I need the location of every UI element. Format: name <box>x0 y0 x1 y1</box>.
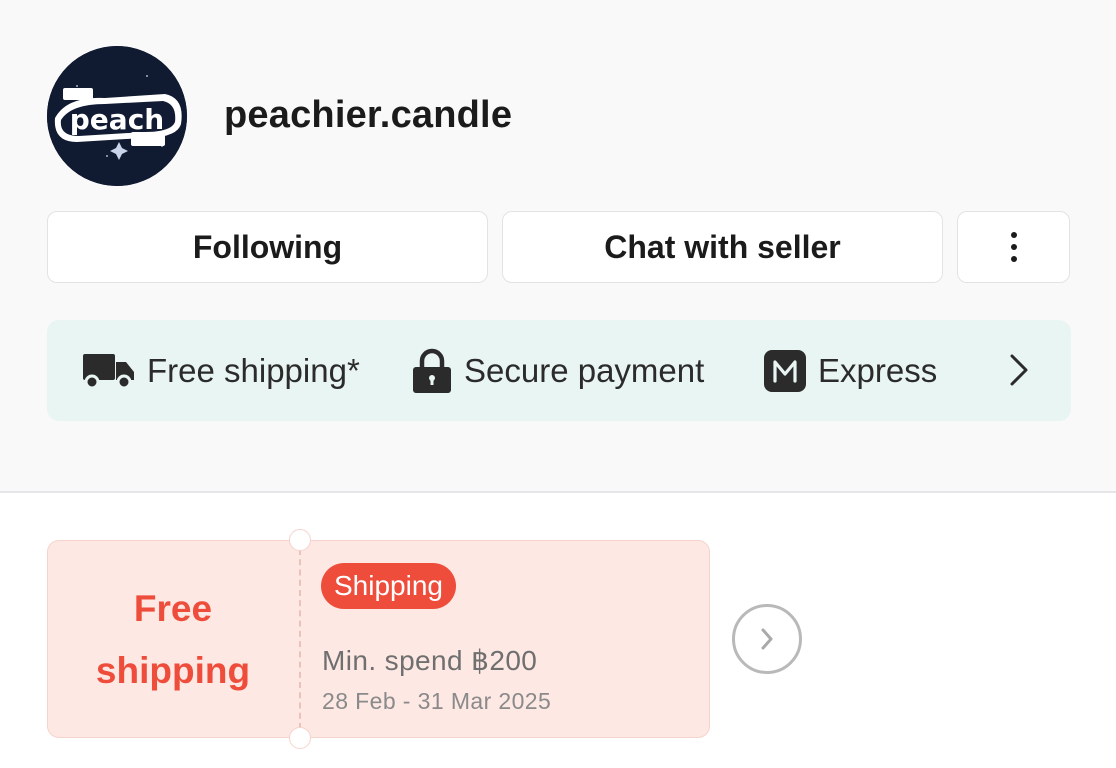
voucher-validity: 28 Feb - 31 Mar 2025 <box>322 688 552 714</box>
perk-secure-payment-label: Secure payment <box>464 351 705 389</box>
voucher-title-line2: shipping <box>95 650 251 691</box>
voucher-notch-top <box>289 529 311 551</box>
logo-text: peach <box>70 103 164 136</box>
shop-perks-banner[interactable]: Free shipping* Secure payment Express <box>47 320 1071 421</box>
truck-icon <box>83 352 135 390</box>
more-vertical-icon <box>1010 232 1017 262</box>
voucher-type-badge: Shipping <box>321 563 456 609</box>
perk-free-shipping-label: Free shipping* <box>147 351 360 389</box>
free-shipping-voucher[interactable]: Free shipping Shipping Min. spend ฿200 2… <box>47 529 710 749</box>
voucher-perforation <box>299 549 301 729</box>
express-icon <box>764 349 806 392</box>
shop-header: peach peachier.candle Following Chat wit… <box>0 0 1116 492</box>
shop-avatar[interactable]: peach <box>47 46 187 186</box>
voucher-title-line1: Free <box>133 588 213 629</box>
following-button[interactable]: Following <box>47 211 488 283</box>
perk-express: Express <box>764 320 937 421</box>
perk-free-shipping: Free shipping* <box>83 320 360 421</box>
shop-page: peach peachier.candle Following Chat wit… <box>0 0 1116 768</box>
voucher-min-spend: Min. spend ฿200 <box>322 645 538 676</box>
voucher-more-button[interactable] <box>732 604 802 674</box>
shop-name[interactable]: peachier.candle <box>224 94 512 137</box>
more-options-button[interactable] <box>957 211 1070 283</box>
lock-icon <box>412 348 452 394</box>
voucher-section: Free shipping Shipping Min. spend ฿200 2… <box>0 493 1116 768</box>
perk-secure-payment: Secure payment <box>412 320 704 421</box>
voucher-title: Free shipping <box>48 541 298 739</box>
chevron-right-icon[interactable] <box>1009 353 1029 392</box>
perk-express-label: Express <box>818 351 938 389</box>
chevron-right-circle-icon <box>761 628 773 650</box>
voucher-notch-bottom <box>289 727 311 749</box>
shop-logo: peach <box>47 46 187 186</box>
chat-with-seller-button[interactable]: Chat with seller <box>502 211 943 283</box>
